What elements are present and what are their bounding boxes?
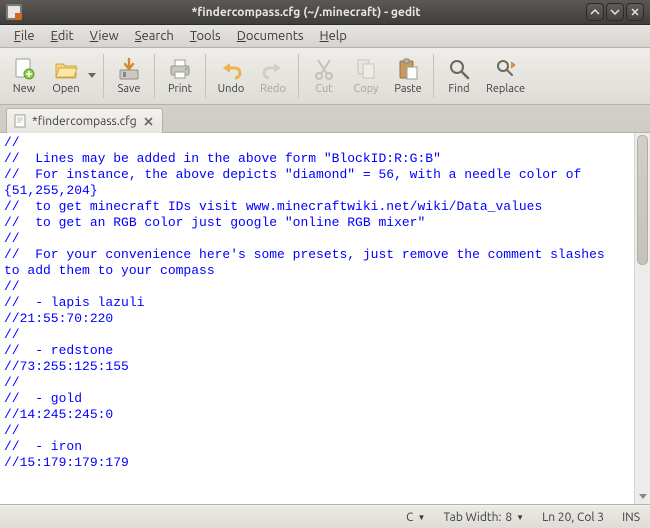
dropdown-icon: ▼ xyxy=(516,513,524,522)
save-icon xyxy=(117,57,141,81)
find-icon xyxy=(447,57,471,81)
undo-icon xyxy=(219,57,243,81)
toolbar-separator xyxy=(103,54,104,98)
paste-icon xyxy=(396,57,420,81)
print-label: Print xyxy=(168,83,192,95)
undo-label: Undo xyxy=(218,83,245,95)
titlebar: *findercompass.cfg (~/.minecraft) - gedi… xyxy=(0,0,650,25)
find-label: Find xyxy=(448,83,469,95)
scroll-down-icon[interactable] xyxy=(635,489,650,504)
menu-help[interactable]: Help xyxy=(312,27,355,45)
save-button[interactable]: Save xyxy=(109,50,149,103)
toolbar: New Open Save Print Undo Redo Cut Copy xyxy=(0,48,650,105)
scrollbar-thumb[interactable] xyxy=(637,135,648,265)
open-dropdown[interactable] xyxy=(86,50,98,103)
tab-bar: *findercompass.cfg xyxy=(0,105,650,133)
paste-button[interactable]: Paste xyxy=(388,50,428,103)
replace-icon xyxy=(494,57,518,81)
new-icon xyxy=(12,57,36,81)
undo-button[interactable]: Undo xyxy=(211,50,251,103)
redo-label: Redo xyxy=(260,83,286,95)
replace-button[interactable]: Replace xyxy=(481,50,530,103)
status-insert-mode[interactable]: INS xyxy=(622,511,640,524)
status-tab-width[interactable]: Tab Width: 8 ▼ xyxy=(443,511,524,524)
toolbar-separator xyxy=(298,54,299,98)
open-icon xyxy=(54,57,78,81)
print-button[interactable]: Print xyxy=(160,50,200,103)
status-bar: C ▼ Tab Width: 8 ▼ Ln 20, Col 3 INS xyxy=(0,505,650,528)
tab-close-button[interactable] xyxy=(142,114,156,128)
copy-button[interactable]: Copy xyxy=(346,50,386,103)
find-button[interactable]: Find xyxy=(439,50,479,103)
file-icon xyxy=(13,114,27,128)
redo-icon xyxy=(261,57,285,81)
menu-edit[interactable]: Edit xyxy=(43,27,82,45)
status-cursor-position: Ln 20, Col 3 xyxy=(542,511,604,524)
redo-button[interactable]: Redo xyxy=(253,50,293,103)
menu-file[interactable]: File xyxy=(6,27,43,45)
dropdown-icon: ▼ xyxy=(418,513,426,522)
cut-label: Cut xyxy=(315,83,332,95)
copy-icon xyxy=(354,57,378,81)
menu-tools[interactable]: Tools xyxy=(182,27,229,45)
save-label: Save xyxy=(118,83,141,95)
open-button[interactable]: Open xyxy=(46,50,86,103)
toolbar-separator xyxy=(154,54,155,98)
print-icon xyxy=(168,57,192,81)
paste-label: Paste xyxy=(394,83,421,95)
menu-view[interactable]: View xyxy=(82,27,127,45)
tab-label: *findercompass.cfg xyxy=(32,115,137,128)
replace-label: Replace xyxy=(486,83,525,95)
menubar: File Edit View Search Tools Documents He… xyxy=(0,25,650,48)
cut-button[interactable]: Cut xyxy=(304,50,344,103)
menu-documents[interactable]: Documents xyxy=(229,27,312,45)
maximize-button[interactable] xyxy=(606,3,624,21)
cut-icon xyxy=(312,57,336,81)
close-button[interactable] xyxy=(626,3,644,21)
gedit-icon xyxy=(6,4,22,20)
minimize-button[interactable] xyxy=(586,3,604,21)
status-language[interactable]: C ▼ xyxy=(406,511,425,524)
toolbar-separator xyxy=(205,54,206,98)
menu-search[interactable]: Search xyxy=(127,27,182,45)
window-title: *findercompass.cfg (~/.minecraft) - gedi… xyxy=(28,6,584,19)
toolbar-separator xyxy=(433,54,434,98)
new-label: New xyxy=(13,83,35,95)
tab-findercompass[interactable]: *findercompass.cfg xyxy=(6,108,163,133)
copy-label: Copy xyxy=(354,83,379,95)
open-label: Open xyxy=(52,83,79,95)
editor-area: // // Lines may be added in the above fo… xyxy=(0,133,650,505)
text-editor[interactable]: // // Lines may be added in the above fo… xyxy=(0,133,634,504)
new-button[interactable]: New xyxy=(4,50,44,103)
vertical-scrollbar[interactable] xyxy=(634,133,650,504)
